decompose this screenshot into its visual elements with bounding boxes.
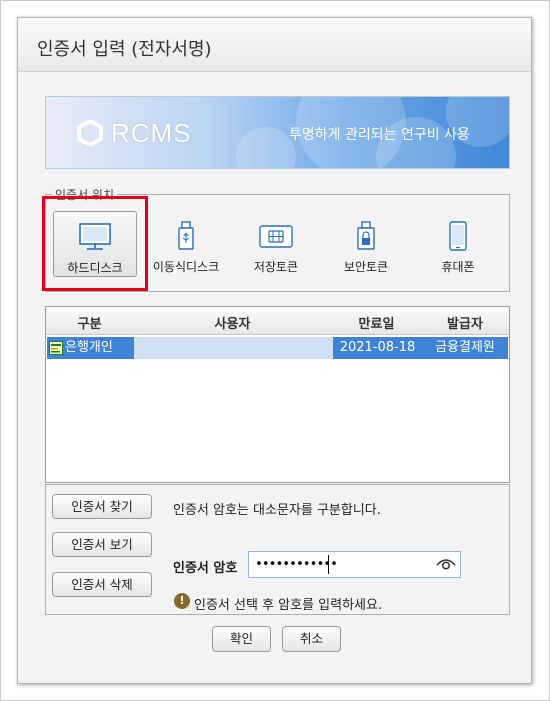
smartcard-icon bbox=[259, 225, 293, 248]
location-label: 이동식디스크 bbox=[152, 260, 220, 274]
cell-expiry: 2021-08-18 bbox=[333, 337, 422, 359]
logo-text: RCMS bbox=[111, 117, 192, 148]
column-header-type[interactable]: 구분 bbox=[46, 313, 133, 332]
case-sensitivity-notice: 인증서 암호는 대소문자를 구분합니다. bbox=[173, 503, 381, 518]
cert-type-text: 은행개인 bbox=[65, 340, 113, 355]
location-removable-disk[interactable]: 이동식디스크 bbox=[144, 211, 228, 277]
view-certificate-button[interactable]: 인증서 보기 bbox=[52, 532, 152, 557]
text-cursor bbox=[328, 555, 329, 574]
certificate-dialog: 인증서 입력 (전자서명) RCMS 투명하게 관리되는 연구비 사용 인증서 … bbox=[17, 17, 532, 684]
table-row[interactable]: 은행개인 2021-08-18 금융결제원 bbox=[47, 337, 508, 359]
rcms-banner: RCMS 투명하게 관리되는 연구비 사용 bbox=[45, 96, 510, 169]
column-header-user[interactable]: 사용자 bbox=[133, 313, 332, 332]
location-security-token[interactable]: 보안토큰 bbox=[324, 211, 408, 277]
rcms-logo-icon bbox=[77, 120, 103, 146]
location-storage-token[interactable]: 저장토큰 bbox=[234, 211, 318, 277]
security-token-icon bbox=[357, 221, 375, 250]
cell-user bbox=[134, 337, 331, 359]
usb-drive-icon bbox=[178, 221, 194, 250]
dialog-titlebar: 인증서 입력 (전자서명) bbox=[18, 18, 531, 72]
table-header: 구분 사용자 만료일 발급자 bbox=[46, 307, 509, 335]
mobile-phone-icon bbox=[449, 221, 467, 251]
cell-type: 은행개인 bbox=[47, 337, 134, 359]
certificate-list-table: 구분 사용자 만료일 발급자 은행개인 2021-08-18 금융결제원 bbox=[45, 306, 510, 483]
location-label: 보안토큰 bbox=[343, 260, 389, 274]
location-label: 휴대폰 bbox=[441, 260, 475, 274]
cancel-button[interactable]: 취소 bbox=[282, 626, 341, 652]
banner-slogan: 투명하게 관리되는 연구비 사용 bbox=[289, 127, 470, 143]
ok-button[interactable]: 확인 bbox=[212, 626, 271, 652]
column-header-expiry[interactable]: 만료일 bbox=[332, 313, 421, 332]
rcms-logo: RCMS bbox=[77, 118, 192, 148]
password-hint: 인증서 선택 후 암호를 입력하세요. bbox=[194, 598, 383, 613]
location-label: 저장토큰 bbox=[253, 260, 299, 274]
selection-highlight-box bbox=[42, 196, 148, 291]
delete-certificate-button[interactable]: 인증서 삭제 bbox=[52, 572, 152, 597]
dialog-title: 인증서 입력 (전자서명) bbox=[37, 39, 212, 60]
certificate-icon bbox=[49, 341, 63, 355]
password-panel: 인증서 찾기 인증서 보기 인증서 삭제 인증서 암호는 대소문자를 구분합니다… bbox=[45, 484, 510, 615]
location-mobile-phone[interactable]: 휴대폰 bbox=[416, 211, 500, 277]
warning-icon: ! bbox=[174, 593, 190, 609]
password-input[interactable] bbox=[248, 551, 461, 578]
password-label: 인증서 암호 bbox=[173, 561, 238, 576]
find-certificate-button[interactable]: 인증서 찾기 bbox=[52, 494, 152, 519]
column-header-issuer[interactable]: 발급자 bbox=[421, 313, 509, 332]
cell-issuer: 금융결제원 bbox=[422, 337, 508, 359]
show-password-eye-icon[interactable] bbox=[436, 557, 456, 571]
